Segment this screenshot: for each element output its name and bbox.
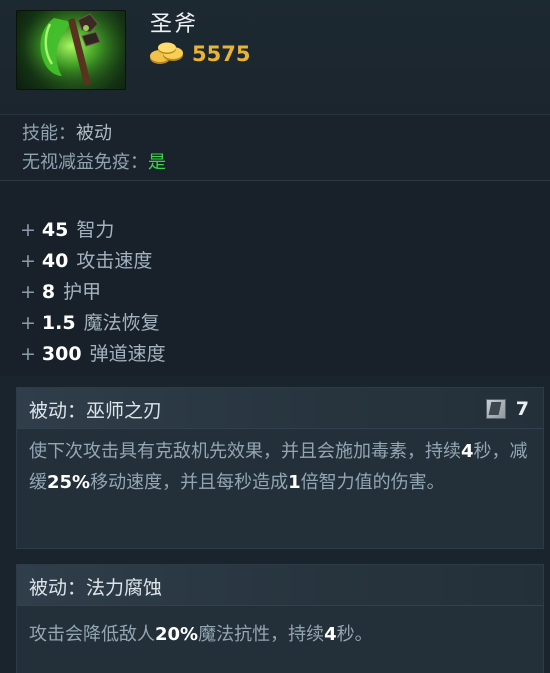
desc-number: 20% bbox=[155, 624, 199, 645]
ability-title: 被动：法力腐蚀 bbox=[29, 577, 163, 599]
attribute-list: +45 智力 +40 攻击速度 +8 护甲 +1.5 魔法恢复 +300 弹道速度 bbox=[0, 181, 550, 376]
attribute-intelligence: +45 智力 bbox=[20, 215, 114, 245]
skill-type-label: 技能： bbox=[22, 123, 76, 144]
item-cost: 5575 bbox=[148, 40, 250, 68]
attr-name: 弹道速度 bbox=[89, 343, 166, 365]
attr-value: 45 bbox=[41, 219, 69, 241]
attr-plus: + bbox=[20, 312, 36, 334]
attr-plus: + bbox=[20, 343, 36, 365]
attr-plus: + bbox=[20, 250, 36, 272]
debuff-immunity-label: 无视减益免疫： bbox=[22, 152, 148, 173]
attr-plus: + bbox=[20, 281, 36, 303]
debuff-immunity: 无视减益免疫：是 bbox=[22, 148, 166, 174]
item-name: 圣斧 bbox=[150, 12, 199, 37]
cooldown-value: 7 bbox=[515, 398, 529, 420]
desc-text: 移动速度，并且每秒造成 bbox=[90, 472, 289, 493]
attribute-projectile-speed: +300 弹道速度 bbox=[20, 339, 166, 369]
ability-header: 被动：巫师之刃 7 bbox=[17, 388, 543, 429]
cooldown-icon bbox=[485, 399, 506, 419]
ability-cooldown: 7 bbox=[485, 398, 529, 420]
attr-plus: + bbox=[20, 219, 36, 241]
ability-witch-blade: 被动：巫师之刃 7 使下次攻击具有克敌机先效果，并且会施加毒素，持续4秒，减缓2… bbox=[16, 387, 544, 549]
ability-title: 被动：巫师之刃 bbox=[29, 400, 163, 422]
attr-name: 护甲 bbox=[63, 281, 102, 303]
attribute-armor: +8 护甲 bbox=[20, 277, 101, 307]
desc-text: 使下次攻击具有克敌机先效果，并且会施加毒素，持续 bbox=[29, 441, 461, 462]
desc-number: 4 bbox=[324, 624, 337, 645]
attr-name: 智力 bbox=[76, 219, 115, 241]
attr-value: 300 bbox=[41, 343, 82, 365]
ability-header: 被动：法力腐蚀 bbox=[17, 565, 543, 606]
attr-name: 攻击速度 bbox=[76, 250, 153, 272]
ability-description: 攻击会降低敌人20%魔法抗性，持续4秒。 bbox=[29, 619, 529, 650]
attr-value: 8 bbox=[41, 281, 56, 303]
item-meta: 技能：被动 无视减益免疫：是 bbox=[0, 115, 550, 181]
desc-text: 秒。 bbox=[336, 624, 373, 645]
attr-name: 魔法恢复 bbox=[83, 312, 160, 334]
desc-text: 魔法抗性，持续 bbox=[198, 624, 325, 645]
gold-value: 5575 bbox=[192, 42, 251, 66]
gold-coins-icon bbox=[150, 42, 183, 64]
attr-value: 40 bbox=[41, 250, 69, 272]
skill-type-value: 被动 bbox=[76, 123, 112, 144]
desc-number: 1 bbox=[288, 472, 301, 493]
desc-text: 攻击会降低敌人 bbox=[29, 624, 155, 645]
holy-axe-icon bbox=[16, 10, 126, 90]
ability-description: 使下次攻击具有克敌机先效果，并且会施加毒素，持续4秒，减缓25%移动速度，并且每… bbox=[29, 436, 529, 498]
skill-type: 技能：被动 bbox=[22, 119, 112, 145]
item-header: 圣斧 5575 bbox=[0, 0, 550, 115]
desc-number: 25% bbox=[47, 472, 91, 493]
debuff-immunity-value: 是 bbox=[148, 152, 166, 173]
desc-number: 4 bbox=[461, 441, 474, 462]
ability-mana-corrosion: 被动：法力腐蚀 攻击会降低敌人20%魔法抗性，持续4秒。 bbox=[16, 564, 544, 673]
desc-text: 倍智力值的伤害。 bbox=[300, 472, 445, 493]
attribute-attack-speed: +40 攻击速度 bbox=[20, 246, 152, 276]
attribute-mana-regen: +1.5 魔法恢复 bbox=[20, 308, 160, 338]
attr-value: 1.5 bbox=[41, 312, 76, 334]
